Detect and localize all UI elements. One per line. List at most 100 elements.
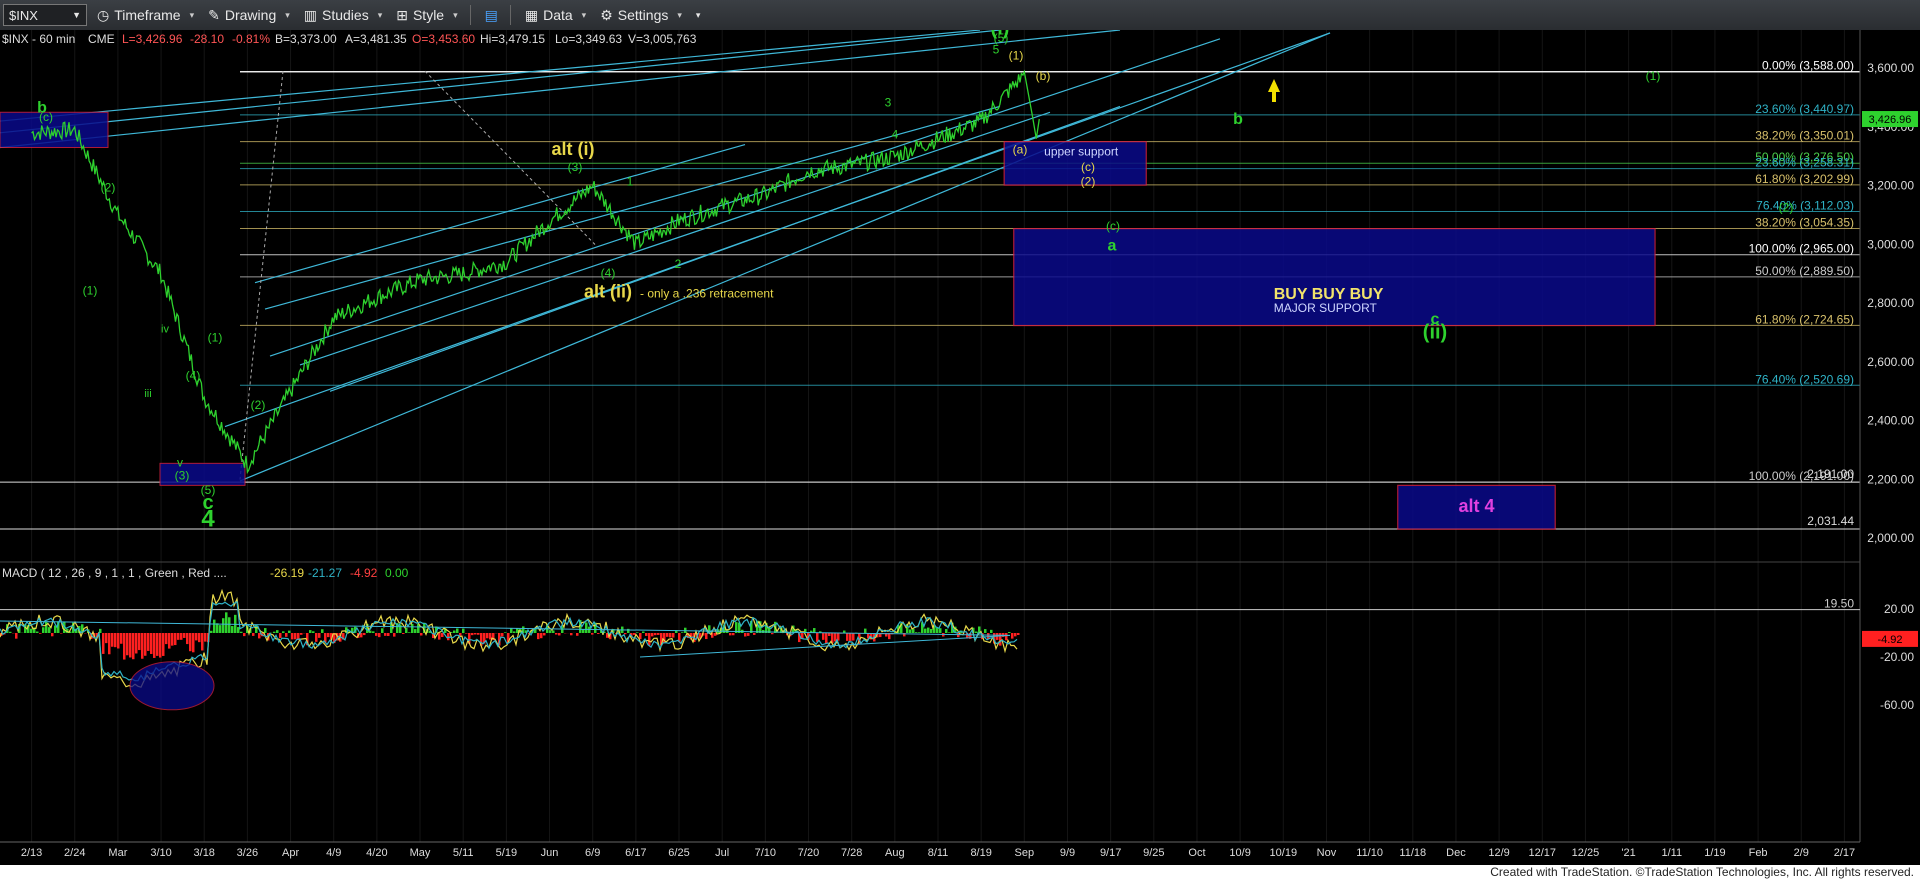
macd-histogram-bar — [375, 633, 378, 636]
macd-histogram-bar — [276, 630, 279, 633]
timeframe-menu[interactable]: ◷ Timeframe ▾ — [97, 7, 194, 24]
pencil-icon: ✎ — [208, 6, 220, 23]
macd-histogram-bar — [753, 633, 756, 635]
macd-histogram-bar — [513, 631, 516, 633]
macd-histogram-bar — [108, 633, 111, 655]
macd-histogram-bar — [681, 632, 684, 633]
macd-histogram-bar — [195, 633, 198, 641]
date-tick-label: 2/13 — [21, 847, 42, 859]
data-label: Data — [543, 7, 573, 23]
macd-histogram-bar — [420, 633, 423, 636]
open-price: O=3,453.60 — [412, 32, 475, 46]
wave-label: (b) — [1036, 69, 1051, 83]
macd-histogram-bar — [636, 632, 639, 633]
date-tick-label: 1/11 — [1661, 847, 1682, 859]
macd-histogram-bar — [576, 633, 579, 636]
macd-histogram-bar — [141, 633, 144, 659]
macd-histogram-bar — [846, 633, 849, 641]
date-tick-label: 11/18 — [1399, 847, 1426, 859]
ask-price: A=3,481.35 — [345, 32, 407, 46]
macd-histogram-bar — [927, 627, 930, 633]
macd-histogram-bar — [441, 633, 444, 638]
macd-histogram-bar — [543, 633, 546, 636]
style-menu[interactable]: ⊞ Style ▾ — [396, 7, 457, 24]
date-tick-label: 8/11 — [928, 847, 949, 859]
chevron-down-icon: ▾ — [677, 9, 682, 20]
macd-histogram-bar — [252, 633, 255, 636]
price-tick-label: 3,200.00 — [1867, 179, 1914, 193]
macd-histogram-bar — [30, 628, 33, 633]
wave-label: b — [1233, 111, 1243, 128]
macd-last-marker-label: -4.92 — [1877, 634, 1902, 646]
chevron-down-icon: ▼ — [72, 10, 81, 20]
macd-histogram-bar — [372, 631, 375, 633]
macd-histogram-bar — [510, 628, 513, 633]
date-tick-label: 8/19 — [970, 847, 991, 859]
macd-histogram-bar — [171, 633, 174, 646]
macd-histogram-bar — [729, 633, 732, 636]
macd-histogram-bar — [924, 628, 927, 633]
macd-histogram-bar — [474, 633, 477, 635]
macd-histogram-bar — [393, 633, 396, 637]
drawing-menu[interactable]: ✎ Drawing ▾ — [208, 7, 290, 24]
macd-histogram-bar — [321, 629, 324, 633]
wave-label: 2 — [675, 257, 682, 271]
fib-level-label: 23.60% (3,440.97) — [1755, 102, 1854, 116]
macd-histogram-bar — [291, 633, 294, 640]
macd-histogram-bar — [132, 633, 135, 660]
date-tick-label: 6/17 — [625, 847, 646, 859]
macd-histogram-bar — [732, 633, 735, 636]
symbol-selector[interactable]: $INX ▼ — [3, 4, 87, 26]
studies-icon: ▥ — [303, 6, 317, 23]
bid-price: B=3,373.00 — [275, 32, 337, 46]
macd-histogram-bar — [309, 630, 312, 633]
macd-tick-label: -20.00 — [1880, 650, 1914, 664]
last-price: L=3,426.96 — [122, 32, 183, 46]
date-tick-label: 12/25 — [1572, 847, 1600, 859]
macd-tick-label: -60.00 — [1880, 698, 1914, 712]
buy-zone-sublabel: MAJOR SUPPORT — [1274, 301, 1378, 315]
macd-histogram-bar — [60, 633, 63, 634]
macd-histogram-bar — [849, 633, 852, 641]
date-tick-label: Nov — [1317, 847, 1337, 859]
chart-area[interactable]: 0.00% (3,588.00) 23.60% (3,440.97) 38.20% … — [0, 17, 1920, 865]
high-price: Hi=3,479.15 — [480, 32, 545, 46]
settings-menu[interactable]: ⚙ Settings ▾ — [600, 7, 682, 24]
settings-label: Settings — [617, 7, 669, 23]
chevron-down-icon: ▾ — [581, 9, 587, 20]
macd-histogram-bar — [294, 633, 297, 640]
macd-histogram-bar — [642, 631, 645, 633]
date-tick-label: 6/25 — [668, 847, 689, 859]
overflow-menu[interactable]: ▾ — [696, 10, 701, 21]
date-tick-label: 2/24 — [64, 847, 85, 859]
gear-icon: ⚙ — [600, 6, 613, 23]
macd-histogram-bar — [645, 633, 648, 636]
macd-histogram-bar — [654, 633, 657, 636]
macd-histogram-bar — [138, 633, 141, 651]
price-chart[interactable]: 0.00% (3,588.00) 23.60% (3,440.97) 38.20% … — [0, 17, 1920, 865]
date-tick-label: 5/19 — [496, 847, 517, 859]
drawing-label: Drawing — [224, 7, 277, 23]
fib-level-label: 23.60% (3,258.31) — [1755, 156, 1854, 170]
price-tick-label: 2,000.00 — [1867, 531, 1914, 545]
macd-histogram-bar — [453, 630, 456, 633]
macd-histogram-bar — [363, 633, 366, 636]
studies-menu[interactable]: ▥ Studies ▾ — [304, 7, 382, 24]
macd-histogram-bar — [15, 633, 18, 639]
macd-histogram-bar — [165, 633, 168, 645]
layout-button[interactable]: ▤ — [485, 7, 498, 24]
macd-histogram-bar — [948, 632, 951, 633]
macd-histogram-bar — [327, 633, 330, 638]
macd-histogram-bar — [402, 633, 405, 635]
date-tick-label: 12/17 — [1529, 847, 1557, 859]
toolbar-divider — [469, 5, 471, 25]
macd-histogram-bar — [648, 633, 651, 646]
macd-histogram-bar — [909, 629, 912, 633]
macd-histogram-bar — [816, 633, 819, 642]
data-menu[interactable]: ▦ Data ▾ — [525, 7, 586, 24]
price-tick-label: 2,600.00 — [1867, 355, 1914, 369]
macd-header: MACD ( 12 , 26 , 9 , 1 , 1 , Green , Red… — [2, 566, 227, 580]
date-tick-label: 9/17 — [1100, 847, 1121, 859]
macd-histogram-bar — [549, 630, 552, 633]
macd-histogram-bar — [1011, 633, 1014, 639]
